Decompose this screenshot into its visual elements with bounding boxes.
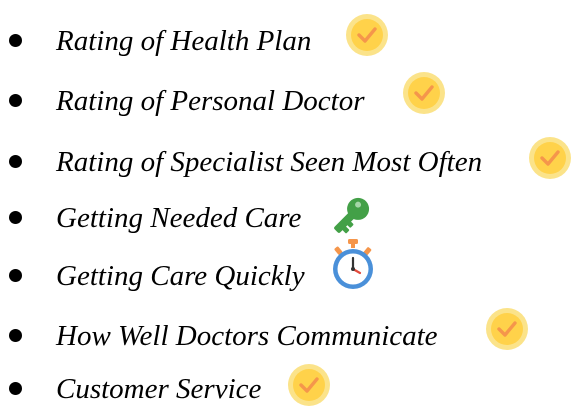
check-badge-icon — [529, 137, 571, 179]
bullet-icon — [9, 94, 22, 107]
list-item: Rating of Personal Doctor — [0, 72, 574, 125]
bullet-icon — [9, 211, 22, 224]
check-badge-icon — [288, 364, 330, 406]
bullet-list: Rating of Health Plan Rating of Personal… — [0, 0, 574, 413]
list-item-label: Rating of Personal Doctor — [56, 85, 365, 117]
list-item-label: Getting Needed Care — [56, 202, 302, 234]
list-item: Getting Needed Care — [0, 192, 574, 242]
list-item-label: Rating of Health Plan — [56, 25, 312, 57]
stopwatch-icon — [333, 239, 373, 289]
list-item: Rating of Health Plan — [0, 14, 574, 65]
list-item: Customer Service — [0, 363, 574, 413]
bullet-icon — [9, 382, 22, 395]
key-icon — [334, 197, 370, 234]
bullet-icon — [9, 155, 22, 168]
check-badge-icon — [486, 308, 528, 350]
list-item-label: Getting Care Quickly — [56, 260, 305, 292]
list-item-label: Customer Service — [56, 373, 262, 405]
list-item: Rating of Specialist Seen Most Often — [0, 136, 574, 186]
check-badge-icon — [403, 72, 445, 114]
list-item-label: Rating of Specialist Seen Most Often — [56, 146, 483, 178]
bullet-icon — [9, 34, 22, 47]
bullet-icon — [9, 329, 22, 342]
bullet-icon — [9, 269, 22, 282]
list-item: How Well Doctors Communicate — [0, 308, 574, 360]
check-badge-icon — [346, 14, 388, 56]
list-item-label: How Well Doctors Communicate — [56, 320, 438, 352]
list-item: Getting Care Quickly — [0, 239, 574, 300]
